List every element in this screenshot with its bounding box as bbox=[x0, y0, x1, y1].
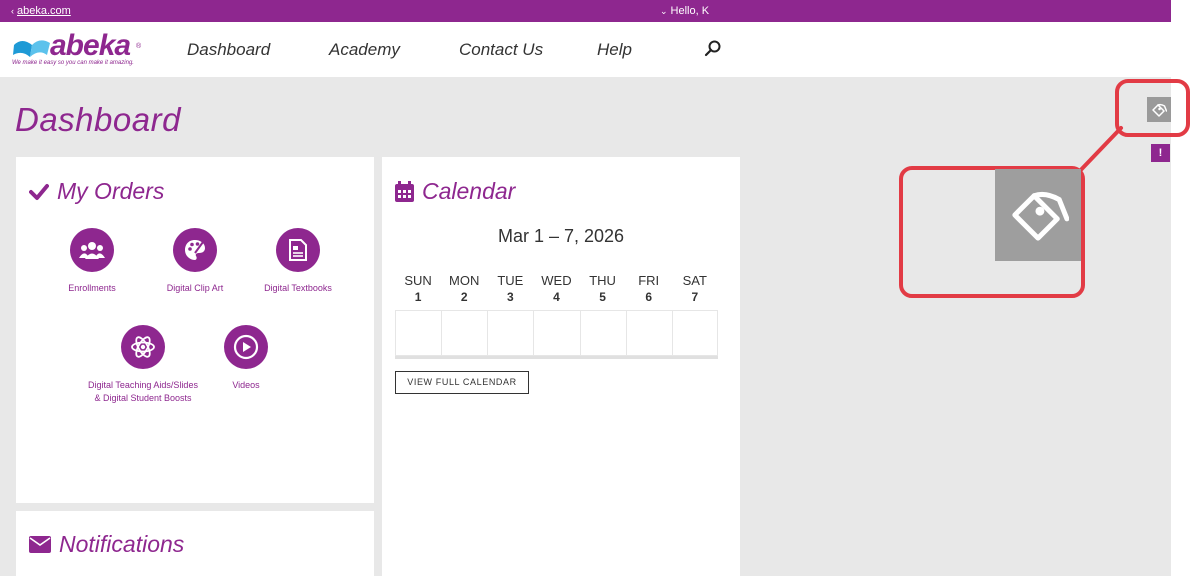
order-item-label[interactable]: Digital Clip Art bbox=[140, 282, 250, 295]
highlight-ring-small bbox=[1115, 79, 1190, 137]
day-header-wed: WED 4 bbox=[541, 273, 572, 304]
day-header-sun: SUN 1 bbox=[404, 273, 432, 304]
nav-help[interactable]: Help bbox=[597, 40, 632, 60]
top-bar: ‹ abeka.com ⌄ Hello, K bbox=[0, 0, 1171, 22]
logo-wordmark: abeka bbox=[50, 29, 131, 62]
order-item-label[interactable]: Videos bbox=[191, 379, 301, 392]
user-greeting[interactable]: Hello, K bbox=[671, 5, 710, 17]
notifications-title: Notifications bbox=[59, 531, 185, 557]
open-book-icon bbox=[13, 40, 50, 57]
nav-dashboard[interactable]: Dashboard bbox=[187, 40, 270, 60]
atom-icon bbox=[131, 336, 155, 358]
checkmark-icon bbox=[29, 183, 49, 200]
theme-paint-button-zoomed bbox=[995, 169, 1081, 261]
envelope-icon bbox=[29, 536, 51, 553]
my-orders-title: My Orders bbox=[57, 178, 165, 204]
calendar-day-cell[interactable] bbox=[487, 310, 534, 356]
calendar-title: Calendar bbox=[422, 178, 516, 204]
chevron-left-icon: ‹ bbox=[11, 5, 14, 16]
calendar-day-cell[interactable] bbox=[625, 310, 672, 356]
calendar-date-range: Mar 1 – 7, 2026 bbox=[497, 226, 625, 246]
calendar-day-cell[interactable] bbox=[395, 310, 442, 356]
day-header-fri: FRI 6 bbox=[638, 273, 660, 304]
document-icon bbox=[289, 239, 307, 261]
registered-mark: ® bbox=[136, 43, 142, 50]
calendar-day-cell[interactable] bbox=[671, 310, 718, 356]
nav-academy[interactable]: Academy bbox=[329, 40, 400, 60]
calendar-card bbox=[382, 157, 740, 576]
order-item-label[interactable]: Enrollments bbox=[37, 282, 147, 295]
day-header-mon: MON 2 bbox=[449, 273, 480, 304]
order-digital-textbooks[interactable]: Digital Textbooks bbox=[243, 228, 353, 295]
nav-contact-us[interactable]: Contact Us bbox=[459, 40, 543, 60]
order-digital-clip-art[interactable]: Digital Clip Art bbox=[140, 228, 250, 295]
view-full-calendar-button[interactable]: VIEW FULL CALENDAR bbox=[395, 371, 529, 394]
calendar-day-headers: SUN 1 MON 2 TUE 3 WED 4 THU 5 FRI 6 SAT 7 bbox=[395, 273, 718, 305]
calendar-icon bbox=[395, 181, 414, 202]
order-item-label[interactable]: Digital Teaching Aids/Slides & Digital S… bbox=[88, 379, 198, 405]
order-item-label[interactable]: Digital Textbooks bbox=[243, 282, 353, 295]
day-header-tue: TUE 3 bbox=[497, 273, 524, 304]
play-icon bbox=[233, 334, 259, 360]
palette-icon bbox=[185, 240, 205, 260]
calendar-day-cells bbox=[395, 310, 718, 359]
calendar-day-cell[interactable] bbox=[441, 310, 488, 356]
day-header-thu: THU 5 bbox=[589, 273, 616, 304]
calendar-day-cell[interactable] bbox=[579, 310, 626, 356]
calendar-header: Calendar bbox=[395, 178, 515, 205]
paint-bucket-icon bbox=[1012, 191, 1069, 241]
people-icon bbox=[79, 242, 105, 259]
user-menu[interactable]: ⌄ Hello, K bbox=[660, 5, 709, 17]
order-videos[interactable]: Videos bbox=[191, 325, 301, 392]
logo-tagline: We make it easy so you can make it amazi… bbox=[12, 60, 134, 66]
calendar-day-cell[interactable] bbox=[533, 310, 580, 356]
back-to-site-link[interactable]: ‹ abeka.com bbox=[11, 5, 71, 17]
order-digital-teaching-aids[interactable]: Digital Teaching Aids/Slides & Digital S… bbox=[88, 325, 198, 405]
notifications-header: Notifications bbox=[29, 531, 184, 558]
order-enrollments[interactable]: Enrollments bbox=[37, 228, 147, 295]
my-orders-header: My Orders bbox=[29, 178, 164, 205]
feedback-button[interactable]: ! bbox=[1151, 144, 1170, 162]
search-icon[interactable] bbox=[703, 39, 723, 59]
abeka-logo[interactable]: abeka ® We make it easy so you can make … bbox=[12, 29, 147, 71]
page-title: Dashboard bbox=[15, 101, 181, 138]
chevron-down-icon: ⌄ bbox=[660, 5, 668, 16]
day-header-sat: SAT 7 bbox=[682, 273, 707, 304]
back-link-label[interactable]: abeka.com bbox=[17, 5, 71, 17]
calendar-week-grid: SUN 1 MON 2 TUE 3 WED 4 THU 5 FRI 6 SAT 7 bbox=[395, 273, 718, 359]
site-header: abeka ® We make it easy so you can make … bbox=[0, 22, 1171, 77]
